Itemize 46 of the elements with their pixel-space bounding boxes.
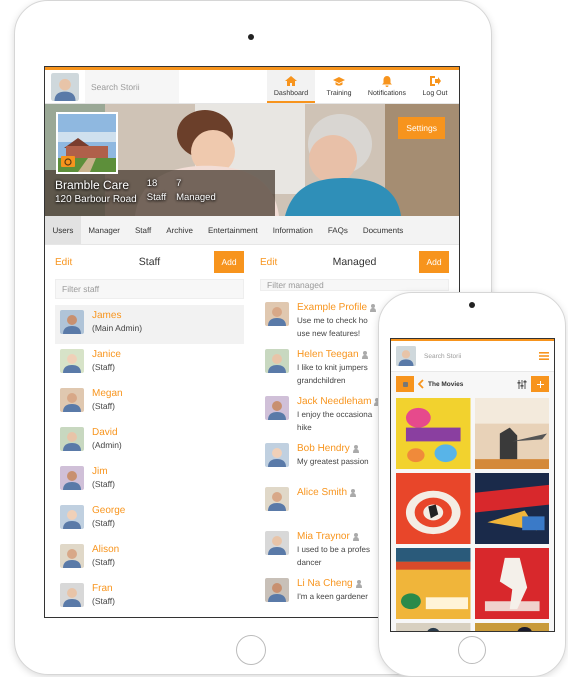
tab[interactable]: Information — [265, 216, 320, 244]
staff-item[interactable]: David (Admin) — [55, 422, 244, 461]
staff-name: George — [92, 505, 126, 516]
staff-item[interactable]: Alison (Staff) — [55, 539, 244, 578]
resident-bio: hike — [297, 422, 313, 433]
staff-role: (Main Admin) — [92, 323, 142, 333]
staff-role: (Staff) — [92, 518, 116, 528]
staff-name: Alison — [92, 544, 120, 555]
staff-item[interactable]: Fran (Staff) — [55, 578, 244, 617]
resident-bio: dancer — [297, 557, 322, 568]
section-title: Managed — [332, 256, 378, 268]
tab[interactable]: Documents — [355, 216, 411, 244]
resident-bio: grandchildren — [297, 375, 346, 386]
staff-role: (Staff) — [92, 479, 115, 489]
staff-role: (Staff) — [92, 557, 116, 567]
filter-field[interactable]: Filter managed — [260, 279, 449, 291]
staff-name: Megan — [92, 388, 123, 399]
staff-item[interactable]: Jim (Staff) — [55, 461, 244, 500]
filter-field[interactable]: Filter staff — [55, 279, 244, 299]
tab[interactable]: Users — [45, 216, 81, 244]
resident-bio: use new features! — [297, 328, 362, 339]
staff-item[interactable]: James (Main Admin) — [55, 305, 244, 344]
staff-name: Janice — [92, 349, 121, 360]
staff-role: (Staff) — [92, 362, 116, 372]
resident-bio: I'm a keen gardener — [297, 591, 368, 602]
tab[interactable]: FAQs — [320, 216, 356, 244]
resident-bio: My greatest passion — [297, 456, 369, 467]
staff-name: James — [92, 310, 122, 321]
resident-bio: Use me to check ho — [297, 315, 369, 326]
staff-item[interactable]: Megan (Staff) — [55, 383, 244, 422]
section-title: Staff — [138, 256, 162, 268]
tab[interactable]: Manager — [80, 216, 128, 244]
staff-item[interactable]: Janice (Staff) — [55, 344, 244, 383]
resident-bio: I enjoy the occasiona — [297, 409, 374, 420]
resident-bio: I used to be a profes — [297, 544, 370, 555]
staff-name: Jim — [92, 466, 109, 477]
staff-name: David — [92, 427, 119, 438]
tab[interactable]: Staff — [127, 216, 159, 244]
resident-bio: I like to knit jumpers — [297, 362, 368, 373]
staff-item[interactable]: George (Staff) — [55, 500, 244, 539]
tab[interactable]: Entertainment — [200, 216, 266, 244]
staff-name: Fran — [92, 583, 114, 594]
tab[interactable]: Archive — [158, 216, 200, 244]
staff-role: (Admin) — [92, 440, 122, 450]
staff-role: (Staff) — [92, 596, 115, 606]
staff-role: (Staff) — [92, 401, 116, 411]
